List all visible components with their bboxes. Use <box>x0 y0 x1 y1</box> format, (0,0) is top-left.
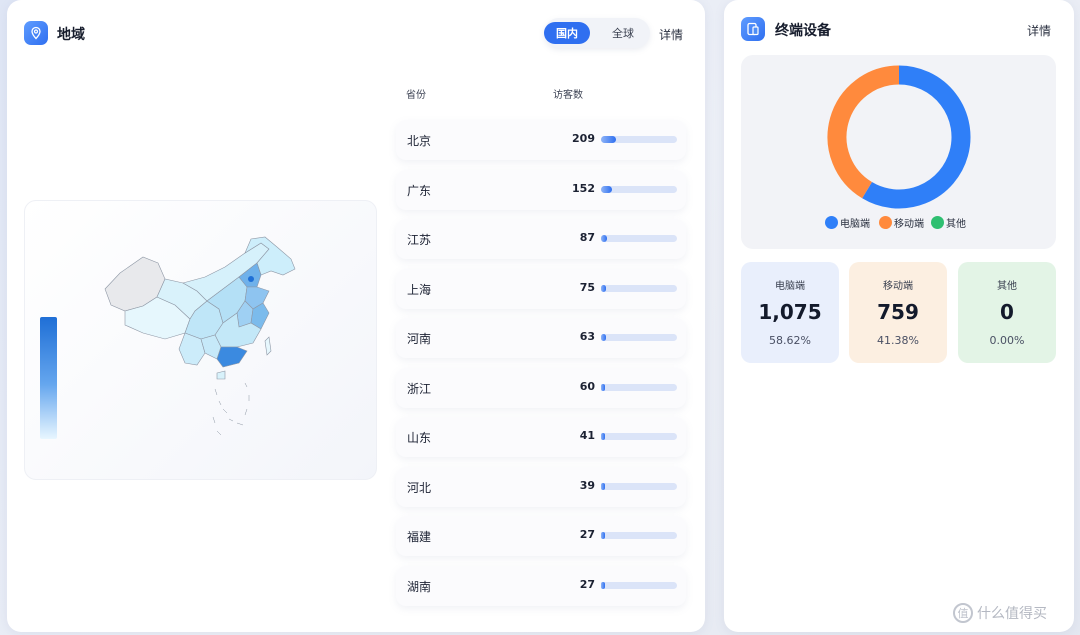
province-row[interactable]: 山东 41 <box>396 417 686 457</box>
stat-value-pc: 1,075 <box>758 300 822 324</box>
visitor-bar-track <box>601 581 677 589</box>
province-name: 江苏 <box>407 233 432 247</box>
visitor-bar-fill <box>601 235 607 242</box>
stat-value-mobile: 759 <box>877 300 919 324</box>
legend-item-other: 其他 <box>931 215 966 230</box>
china-map-shape <box>104 236 296 436</box>
column-header-province: 省份 <box>406 90 426 101</box>
legend-dot-other <box>931 216 944 229</box>
stat-label-other: 其他 <box>997 281 1017 292</box>
province-visitor-count: 87 <box>579 231 595 244</box>
legend-label-mobile: 移动端 <box>894 219 924 230</box>
legend-label-pc: 电脑端 <box>840 219 870 230</box>
device-detail-link[interactable]: 详情 <box>1027 22 1051 39</box>
legend-label-other: 其他 <box>946 219 966 230</box>
stat-card-other[interactable]: 其他 0 0.00% <box>958 262 1056 363</box>
province-name: 上海 <box>407 282 432 297</box>
stat-label-mobile: 移动端 <box>883 281 913 292</box>
region-scope-toggle[interactable]: 国内 全球 <box>544 18 650 48</box>
province-visitor-count: 41 <box>579 429 595 442</box>
region-card: 地域 国内 全球 详情 省份 访客数 北京 209 广东 152 江苏 87 上… <box>7 0 705 632</box>
province-row[interactable]: 浙江 60 <box>396 367 686 408</box>
visitor-bar-track <box>601 136 677 143</box>
province-name: 北京 <box>407 134 432 148</box>
province-name: 河南 <box>407 332 432 346</box>
province-name: 福建 <box>407 530 432 544</box>
province-visitor-count: 60 <box>579 379 595 393</box>
visitor-bar-fill <box>601 383 605 391</box>
province-visitor-count: 152 <box>572 181 595 195</box>
visitor-bar-track <box>601 532 677 539</box>
stat-card-pc[interactable]: 电脑端 1,075 58.62% <box>741 262 839 363</box>
province-name: 广东 <box>407 183 432 198</box>
province-name: 河北 <box>407 480 432 495</box>
watermark-text: 什么值得买 <box>977 606 1047 622</box>
province-visitor-count: 209 <box>572 132 595 145</box>
province-visitor-count: 27 <box>579 577 595 591</box>
toggle-domestic[interactable]: 国内 <box>544 22 590 44</box>
column-header-visitors: 访客数 <box>553 90 583 101</box>
legend-dot-mobile <box>879 216 892 229</box>
visitor-bar-track <box>601 482 677 490</box>
visitor-bar-track <box>601 284 677 292</box>
region-detail-link[interactable]: 详情 <box>659 26 683 43</box>
china-map <box>24 200 377 480</box>
stat-label-pc: 电脑端 <box>775 281 805 292</box>
province-visitor-count: 75 <box>579 280 595 294</box>
stat-card-mobile[interactable]: 移动端 759 41.38% <box>849 262 947 363</box>
legend-item-mobile: 移动端 <box>879 215 924 230</box>
visitor-bar-track <box>601 433 677 440</box>
watermark-icon: 值 <box>953 603 973 623</box>
visitor-bar-fill <box>601 581 605 589</box>
stat-percent-mobile: 41.38% <box>877 334 919 347</box>
region-title: 地域 <box>57 27 85 43</box>
visitor-bar-track <box>601 383 677 391</box>
visitor-bar-fill <box>601 284 606 292</box>
watermark-logo: 值 什么值得买 <box>953 603 1047 623</box>
device-donut-chart <box>827 65 971 209</box>
province-name: 山东 <box>407 431 432 445</box>
province-name: 浙江 <box>407 381 432 396</box>
visitor-bar-fill <box>601 433 605 440</box>
device-title: 终端设备 <box>775 23 831 39</box>
province-row[interactable]: 河南 63 <box>396 318 686 358</box>
donut-slice-0[interactable] <box>862 65 971 209</box>
donut-slice-1[interactable] <box>827 65 900 199</box>
stat-percent-pc: 58.62% <box>769 334 811 347</box>
province-visitor-count: 27 <box>579 528 595 541</box>
province-row[interactable]: 江苏 87 <box>396 219 686 259</box>
province-name: 湖南 <box>407 579 432 594</box>
visitor-bar-track <box>601 235 677 242</box>
legend-item-pc: 电脑端 <box>825 215 870 230</box>
device-card: 终端设备 详情 电脑端 移动端 其他 电脑端 1,075 58.62% 移动端 … <box>724 0 1074 632</box>
device-icon <box>741 17 765 41</box>
location-pin-icon <box>24 21 48 45</box>
province-row[interactable]: 福建 27 <box>396 516 686 556</box>
visitor-bar-track <box>601 185 677 193</box>
province-row[interactable]: 广东 152 <box>396 169 686 210</box>
visitor-bar-fill <box>601 482 605 490</box>
province-row[interactable]: 河北 39 <box>396 466 686 507</box>
visitor-bar-fill <box>601 532 605 539</box>
visitor-bar-fill <box>601 136 616 143</box>
province-visitor-count: 39 <box>579 478 595 492</box>
device-donut-panel: 电脑端 移动端 其他 <box>741 55 1056 249</box>
visitor-bar-fill <box>601 185 612 193</box>
province-row[interactable]: 湖南 27 <box>396 565 686 606</box>
province-visitor-count: 63 <box>579 330 595 343</box>
stat-value-other: 0 <box>1000 300 1014 324</box>
legend-dot-pc <box>825 216 838 229</box>
visitor-bar-track <box>601 334 677 341</box>
visitor-bar-fill <box>601 334 606 341</box>
toggle-global[interactable]: 全球 <box>600 22 646 44</box>
stat-percent-other: 0.00% <box>989 334 1025 347</box>
province-row[interactable]: 北京 209 <box>396 120 686 160</box>
province-row[interactable]: 上海 75 <box>396 268 686 309</box>
